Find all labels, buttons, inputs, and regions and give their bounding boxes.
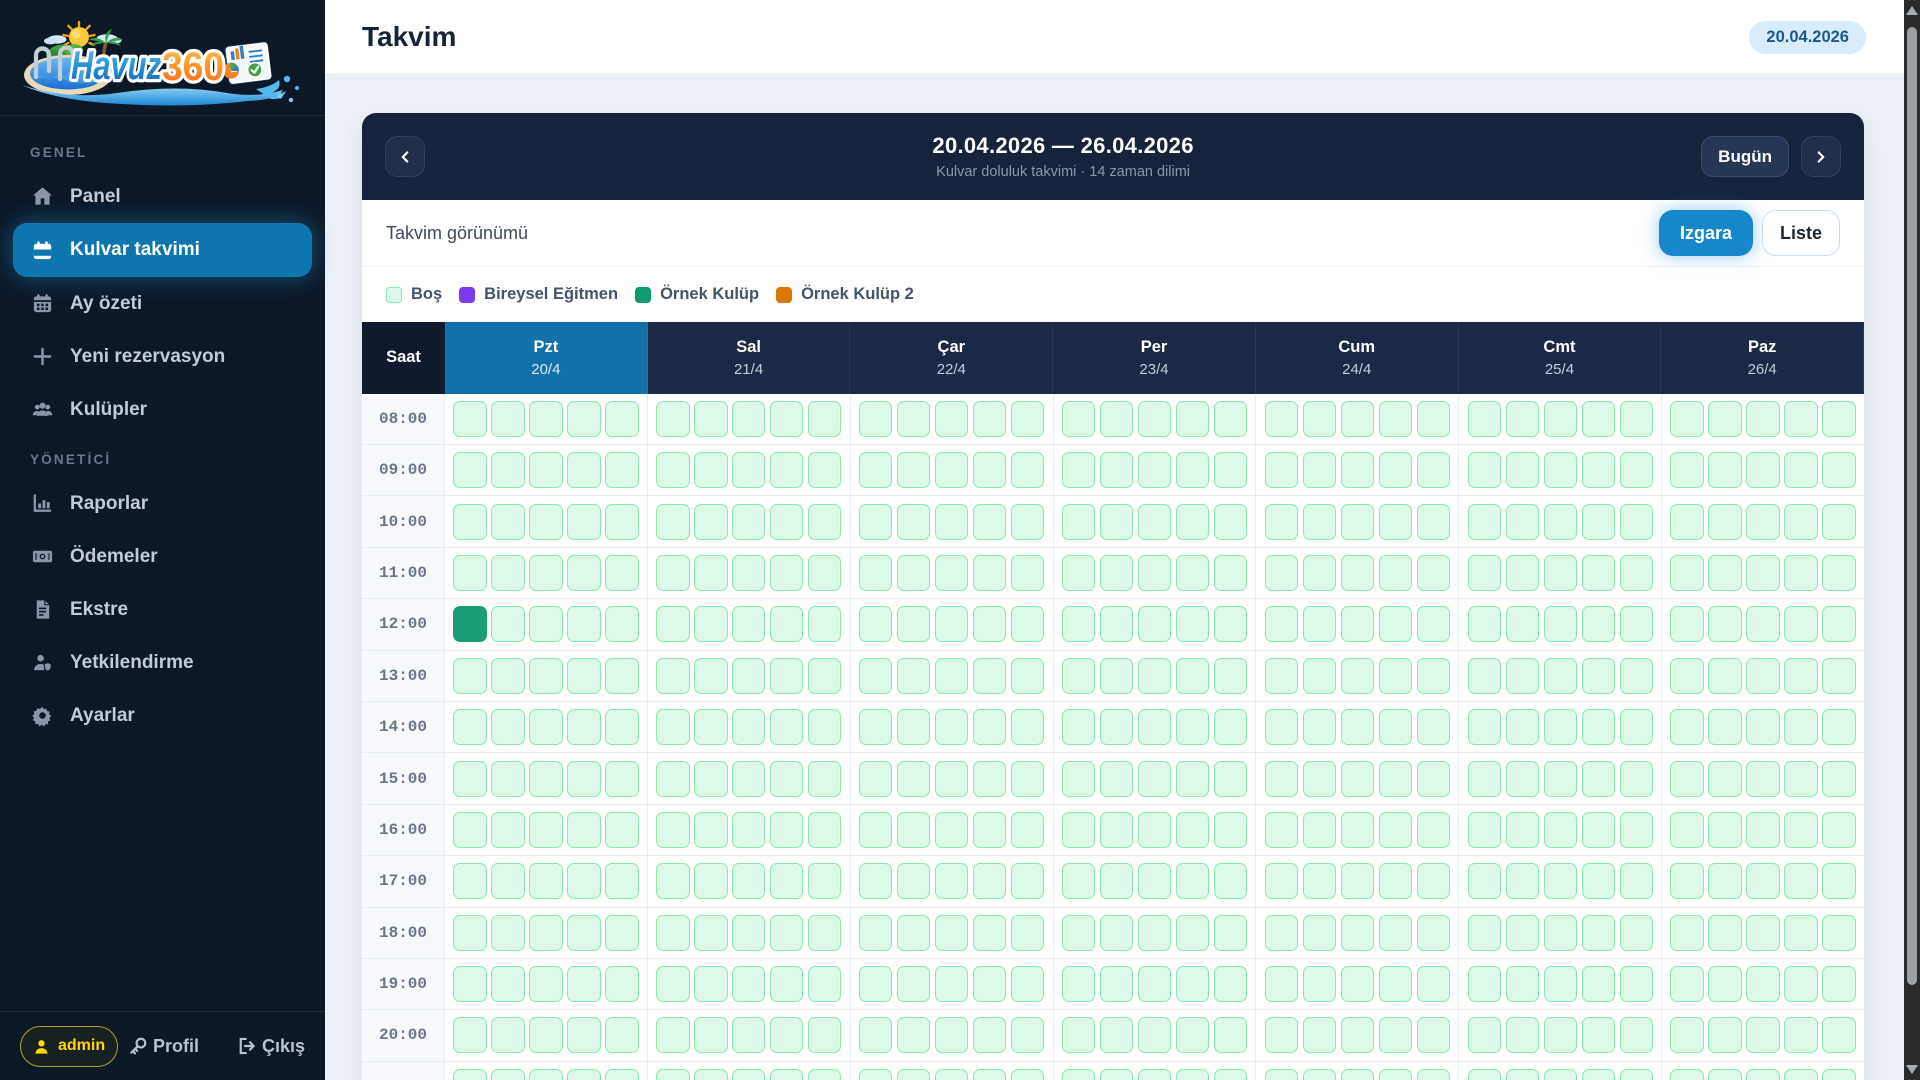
svg-text:Havuz: Havuz <box>71 44 162 88</box>
svg-text:360: 360 <box>162 45 224 89</box>
